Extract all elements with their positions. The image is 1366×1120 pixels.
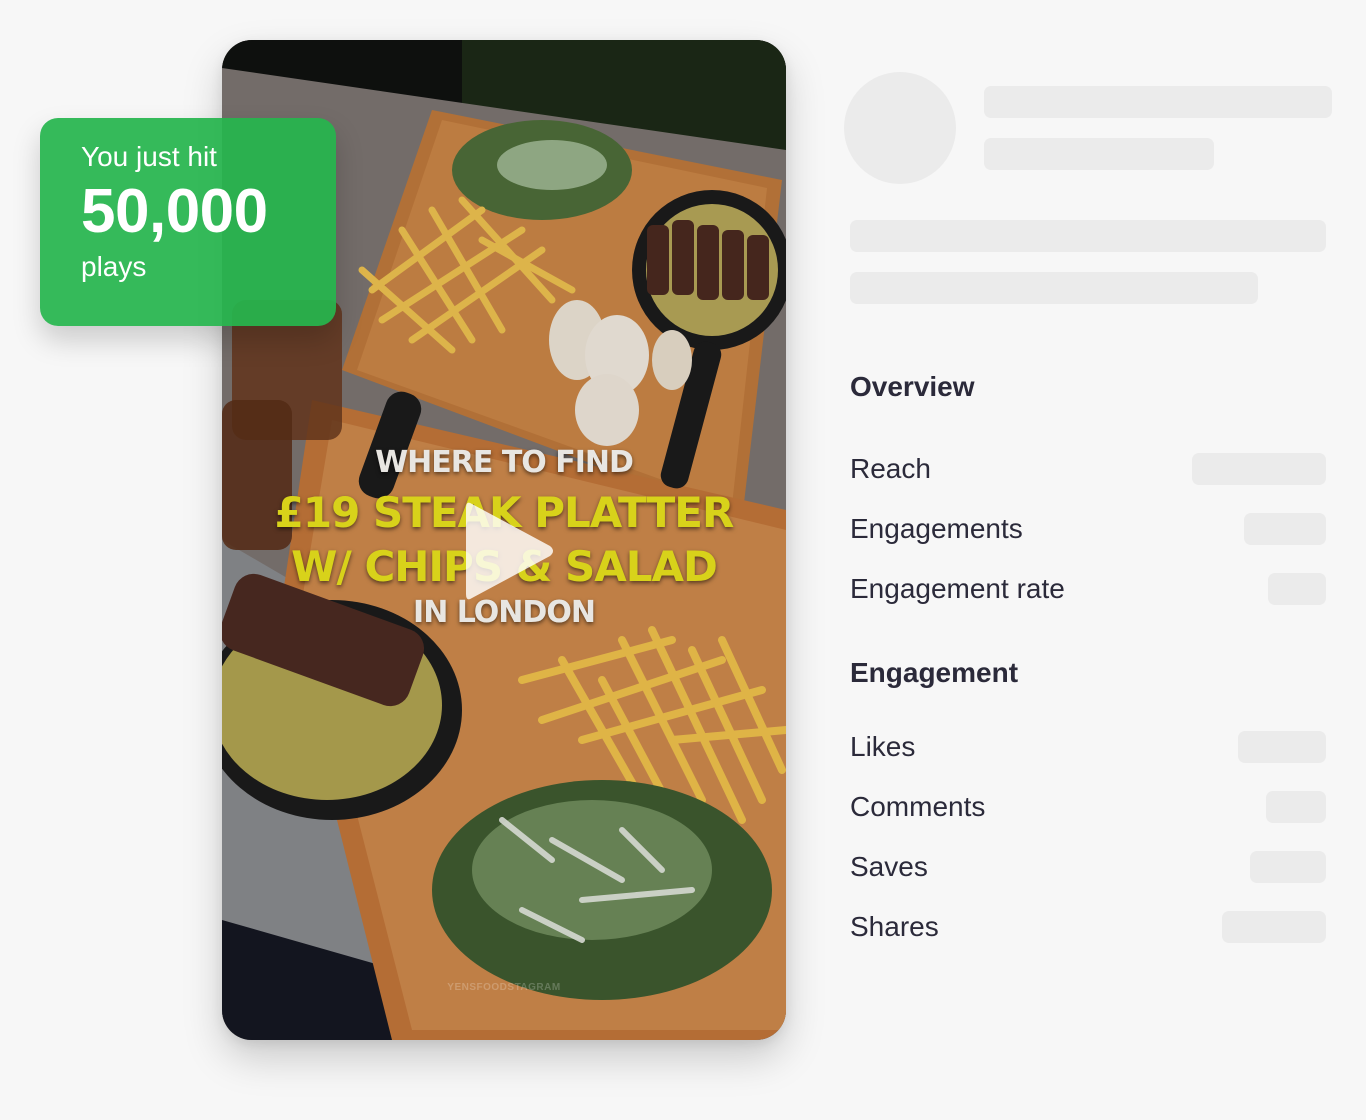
milestone-prefix: You just hit — [81, 141, 217, 172]
play-icon — [466, 502, 553, 600]
metric-value-placeholder — [1250, 851, 1326, 883]
post-insights-panel: Overview Reach Engagements Engagement ra… — [844, 0, 1332, 1120]
metric-row-comments: Comments — [850, 790, 1326, 824]
caption-line-1: WHERE TO FIND — [375, 445, 634, 480]
metric-value-placeholder — [1266, 791, 1326, 823]
metric-value-placeholder — [1192, 453, 1326, 485]
play-button[interactable] — [458, 496, 558, 606]
metric-label: Engagement rate — [850, 573, 1065, 604]
metric-row-engagement-rate: Engagement rate — [850, 572, 1326, 606]
avatar-placeholder — [844, 72, 956, 184]
metric-value-placeholder — [1238, 731, 1326, 763]
post-caption-placeholder-line-1 — [850, 220, 1326, 252]
metric-row-shares: Shares — [850, 910, 1326, 944]
metric-row-likes: Likes — [850, 730, 1326, 764]
milestone-unit: plays — [81, 251, 147, 282]
metric-label: Shares — [850, 911, 939, 942]
milestone-count: 50,000 — [81, 177, 268, 246]
metric-label: Engagements — [850, 513, 1023, 544]
metric-row-saves: Saves — [850, 850, 1326, 884]
metric-label: Reach — [850, 453, 931, 484]
metric-value-placeholder — [1244, 513, 1326, 545]
profile-name-placeholder — [984, 86, 1332, 118]
overview-heading: Overview — [850, 371, 975, 402]
milestone-toast: You just hit 50,000 plays — [40, 118, 336, 326]
metric-value-placeholder — [1268, 573, 1326, 605]
metric-label: Likes — [850, 731, 916, 762]
profile-handle-placeholder — [984, 138, 1214, 170]
metric-row-engagements: Engagements — [850, 512, 1326, 546]
metric-label: Saves — [850, 851, 928, 882]
video-watermark: YENSFOODSTAGRAM — [447, 982, 561, 993]
metric-label: Comments — [850, 791, 986, 822]
metric-value-placeholder — [1222, 911, 1326, 943]
metric-row-reach: Reach — [850, 452, 1326, 486]
post-caption-placeholder-line-2 — [850, 272, 1258, 304]
engagement-heading: Engagement — [850, 657, 1019, 688]
